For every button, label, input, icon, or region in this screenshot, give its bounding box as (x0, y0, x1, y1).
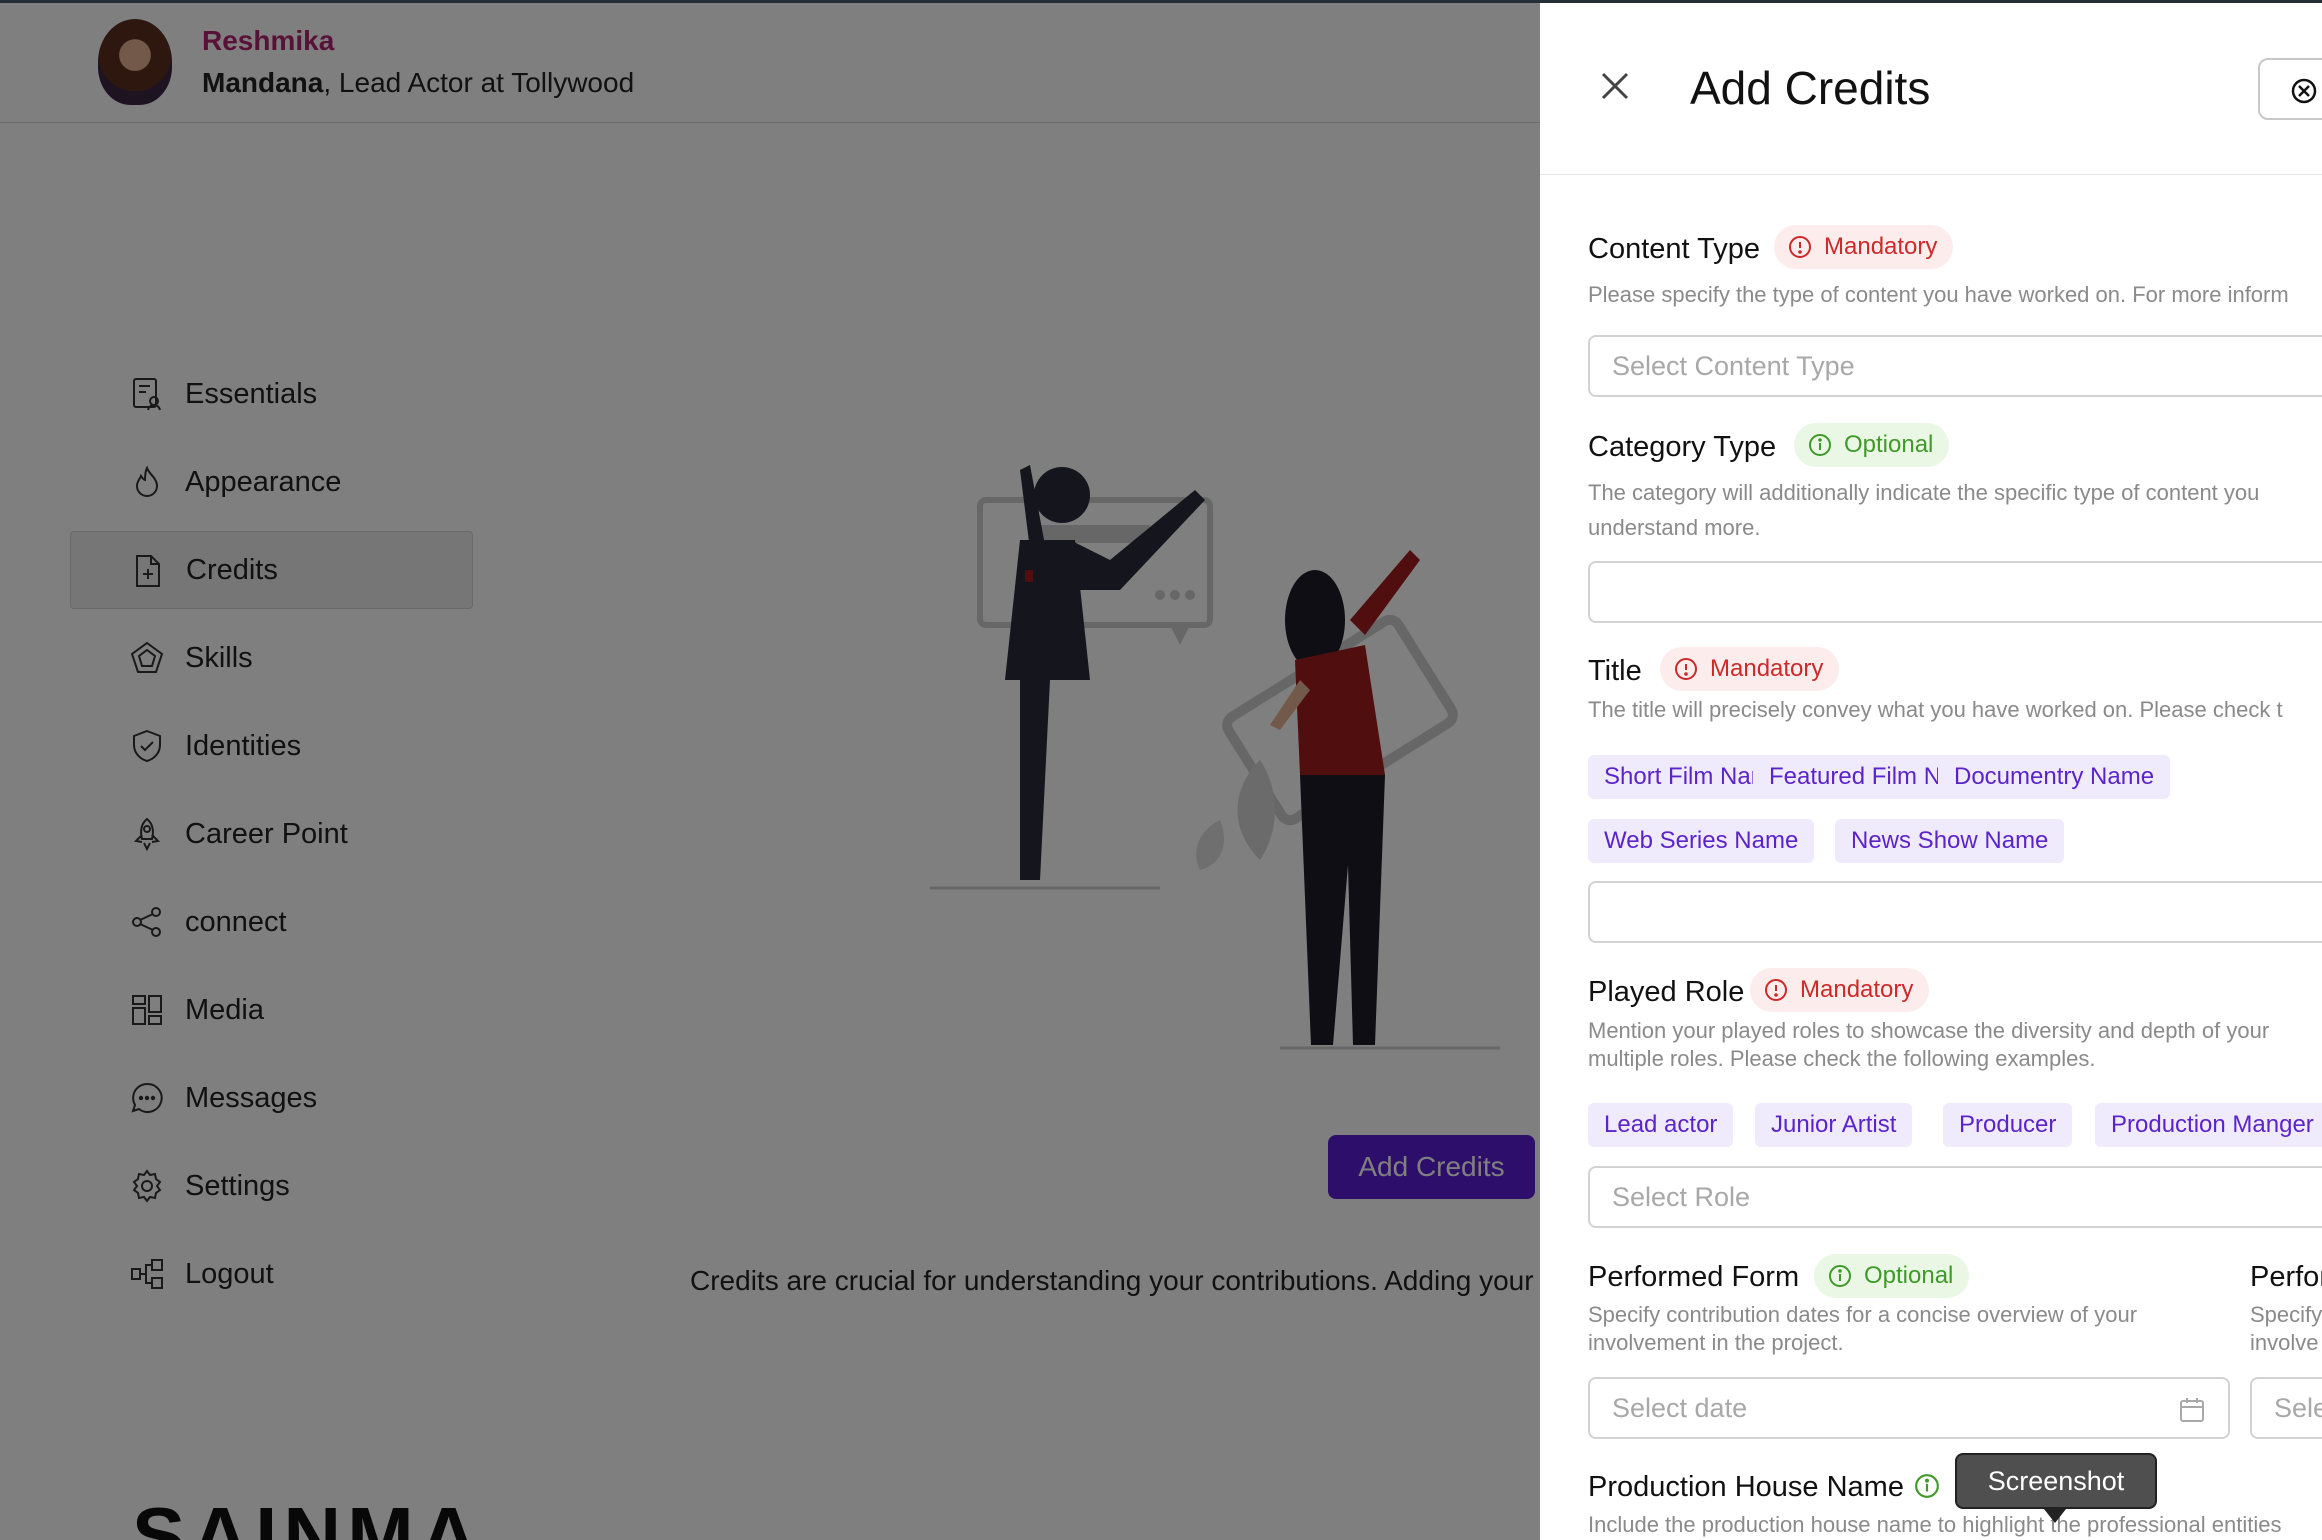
role-chip-lead-actor[interactable]: Lead actor (1588, 1103, 1734, 1147)
played-role-help-line2: multiple roles. Please check the followi… (1588, 1046, 2096, 1071)
optional-badge: Optional (1794, 423, 1950, 467)
badge-text: Mandatory (1824, 233, 1938, 260)
badge-text: Optional (1844, 431, 1934, 458)
title-chip-documentry[interactable]: Documentry Name (1938, 755, 2171, 799)
played-role-label: Played Role (1588, 976, 1745, 1008)
circle-close-icon (2291, 78, 2317, 104)
tooltip-arrow (2044, 1509, 2066, 1523)
drawer-header: Add Credits (1540, 3, 2322, 175)
title-label: Title (1588, 655, 1642, 687)
badge-text: Optional (1864, 1262, 1954, 1289)
content-type-help: Please specify the type of content you h… (1588, 282, 2289, 307)
performed-to-date-input[interactable]: Sele (2250, 1377, 2322, 1439)
category-type-help-line2: understand more. (1588, 515, 1761, 540)
info-icon (1829, 1265, 1851, 1287)
performed-form-label: Performed Form (1588, 1261, 1800, 1293)
mandatory-badge: Mandatory (1750, 968, 1930, 1012)
title-chip-news-show[interactable]: News Show Name (1835, 819, 2065, 863)
role-chip-junior-artist[interactable]: Junior Artist (1755, 1103, 1913, 1147)
role-chip-production-manger[interactable]: Production Manger (2095, 1103, 2322, 1147)
category-type-input[interactable] (1588, 561, 2322, 623)
optional-badge: Optional (1814, 1254, 1970, 1298)
date-placeholder: Select date (1612, 1392, 1748, 1423)
category-type-help-line1: The category will additionally indicate … (1588, 480, 2260, 505)
content-type-select[interactable]: Select Content Type (1588, 335, 2322, 397)
add-credits-drawer: Add Credits Content Type Mandatory Pleas… (1540, 3, 2322, 1540)
played-role-select[interactable]: Select Role (1588, 1166, 2322, 1228)
info-icon (1675, 658, 1697, 680)
category-type-label: Category Type (1588, 431, 1777, 463)
mandatory-badge: Mandatory (1774, 225, 1954, 269)
production-house-help: Include the production house name to hig… (1588, 1512, 2282, 1537)
info-icon (1789, 236, 1811, 258)
info-icon (1809, 434, 1831, 456)
role-chip-producer[interactable]: Producer (1943, 1103, 2073, 1147)
content-type-label: Content Type (1588, 233, 1760, 265)
info-icon (1765, 979, 1787, 1001)
badge-text: Mandatory (1800, 976, 1914, 1003)
screenshot-tooltip: Screenshot (1955, 1453, 2157, 1509)
performed-to-help-line2: involve (2250, 1330, 2319, 1355)
mandatory-badge: Mandatory (1660, 647, 1840, 691)
info-icon (1915, 1474, 1939, 1498)
performed-form-date-input[interactable]: Select date (1588, 1377, 2230, 1439)
title-chip-web-series[interactable]: Web Series Name (1588, 819, 1815, 863)
close-icon[interactable] (1598, 69, 1632, 103)
drawer-title: Add Credits (1690, 62, 1931, 114)
title-help: The title will precisely convey what you… (1588, 697, 2283, 722)
performed-to-label: Perfor (2250, 1261, 2322, 1293)
calendar-icon (2180, 1398, 2204, 1422)
production-house-label: Production House Name (1588, 1471, 1904, 1503)
header-action-button[interactable] (2258, 58, 2322, 120)
performed-form-help-line2: involvement in the project. (1588, 1330, 1844, 1355)
badge-text: Mandatory (1710, 655, 1824, 682)
title-input[interactable] (1588, 881, 2322, 943)
